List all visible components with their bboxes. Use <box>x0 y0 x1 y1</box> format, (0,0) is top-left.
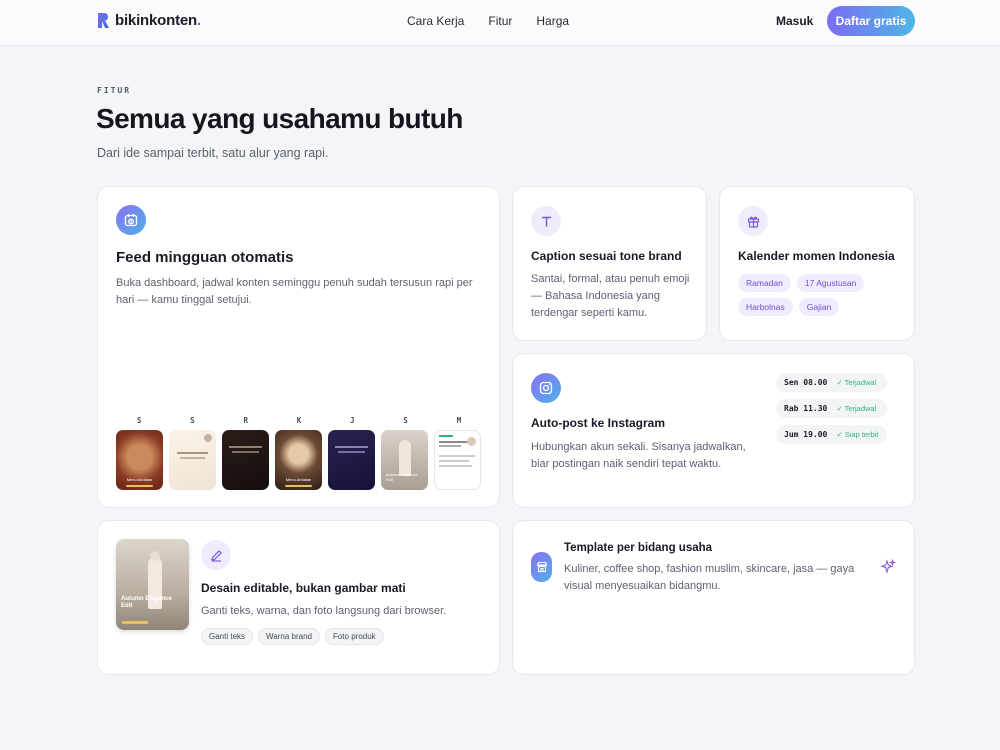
schedule-time: Jum 19.00 <box>784 430 828 439</box>
thumbnail-text-line <box>232 451 259 453</box>
section-eyebrow: FITUR <box>97 86 132 95</box>
post-thumbnail[interactable] <box>328 430 375 490</box>
feature-description: Buka dashboard, jadwal konten seminggu p… <box>116 277 473 306</box>
schedule-row: Jum 19.00 ✓ Siap terbit <box>776 425 887 444</box>
day-label: S <box>136 416 142 425</box>
thumbnail-caption: Menu Andalan <box>126 477 153 482</box>
section-title: Semua yang usahamu butuh <box>96 103 463 134</box>
instagram-icon <box>531 373 561 403</box>
day-label: M <box>456 416 462 425</box>
day-label: K <box>296 416 302 425</box>
chip-gajian: Gajian <box>798 298 840 316</box>
nav-link-fitur[interactable]: Fitur <box>488 14 512 28</box>
chip-harbolnas: Harbolnas <box>738 298 793 316</box>
editable-tags: Ganti teks Warna brand Foto produk <box>201 628 384 645</box>
signup-button[interactable]: Daftar gratis <box>827 6 915 36</box>
schedule-row: Sen 08.00 ✓ Terjadwal <box>776 373 887 392</box>
post-thumbnail[interactable]: Menu Andalan <box>275 430 322 490</box>
post-thumbnail[interactable] <box>169 430 216 490</box>
feature-title: Caption sesuai tone brand <box>531 249 682 263</box>
store-icon <box>531 552 552 582</box>
pencil-icon <box>201 540 231 570</box>
thumbnail-bar <box>126 485 153 487</box>
feature-title: Desain editable, bukan gambar mati <box>201 581 406 595</box>
nav-link-harga[interactable]: Harga <box>536 14 569 28</box>
feature-card-autopost: Auto-post ke Instagram Hubungkan akun se… <box>512 353 915 508</box>
schedule-status: ✓ Terjadwal <box>836 378 877 387</box>
feature-description: Ganti teks, warna, dan foto langsung dar… <box>201 605 447 617</box>
feature-title: Template per bidang usaha <box>564 542 713 554</box>
sparkle-icon <box>880 559 896 574</box>
chip-17-agustusan: 17 Agustusan <box>796 274 865 292</box>
thumbnail-text-line <box>439 441 467 443</box>
logo-text: bikinkonten. <box>115 12 201 29</box>
feature-title: Feed mingguan otomatis <box>116 249 294 266</box>
section-subtitle: Dari ide sampai terbit, satu alur yang r… <box>97 146 329 160</box>
feature-description: Hubungkan akun sekali. Sisanya jadwalkan… <box>531 441 746 470</box>
thumbnail-text-line <box>180 457 205 459</box>
post-thumbnail[interactable]: Autumn Elegance Edit <box>381 430 428 490</box>
day-label: J <box>350 416 355 425</box>
thumbnail-header-bar <box>439 435 453 437</box>
thumbnail-text-line <box>177 452 208 454</box>
schedule-status: ✓ Siap terbit <box>836 430 879 439</box>
text-icon <box>531 206 561 236</box>
nav-link-cara-kerja[interactable]: Cara Kerja <box>407 14 464 28</box>
schedule-status: ✓ Terjadwal <box>836 404 877 413</box>
design-preview-image: Autumn Elegance Edit <box>116 539 189 630</box>
calendar-clock-icon <box>116 205 146 235</box>
thumbnail-avatar <box>204 434 212 442</box>
feature-card-template: Template per bidang usaha Kuliner, coffe… <box>512 520 915 675</box>
post-thumbnail[interactable]: Menu Andalan <box>116 430 163 490</box>
thumbnail-text-line <box>439 465 472 467</box>
schedule-time: Sen 08.00 <box>784 378 828 387</box>
logo[interactable]: bikinkonten. <box>97 12 201 29</box>
preview-bar <box>122 621 148 624</box>
nav-links: Cara Kerja Fitur Harga <box>407 14 569 28</box>
thumbnail-bar <box>285 485 312 487</box>
tag-ganti-teks: Ganti teks <box>201 628 254 645</box>
preview-caption: Autumn Elegance Edit <box>121 596 172 609</box>
thumbnail-text-line <box>338 451 365 453</box>
feature-title: Auto-post ke Instagram <box>531 416 666 430</box>
thumbnail-avatar <box>467 437 476 446</box>
day-label: R <box>243 416 248 425</box>
post-thumbnail[interactable] <box>222 430 269 490</box>
login-link[interactable]: Masuk <box>776 14 813 28</box>
tag-warna-brand: Warna brand <box>258 628 320 645</box>
thumbnail-caption: Menu Andalan <box>285 477 312 482</box>
logo-mark-icon <box>98 13 109 28</box>
day-label: S <box>190 416 195 425</box>
thumbnail-figure <box>399 440 411 476</box>
feature-card-caption: Caption sesuai tone brand Santai, formal… <box>512 186 707 341</box>
thumbnail-caption: Autumn Elegance Edit <box>386 472 418 482</box>
schedule-row: Rab 11.30 ✓ Terjadwal <box>776 399 887 418</box>
feature-card-calendar: Kalender momen Indonesia Ramadan 17 Agus… <box>719 186 915 341</box>
day-label: S <box>403 416 408 425</box>
post-thumbnail[interactable] <box>434 430 481 490</box>
top-nav: bikinkonten. Cara Kerja Fitur Harga Masu… <box>0 0 1000 46</box>
gift-icon <box>738 206 768 236</box>
thumbnail-text-line <box>439 445 461 447</box>
schedule-list: Sen 08.00 ✓ Terjadwal Rab 11.30 ✓ Terjad… <box>776 373 887 444</box>
thumbnail-text-line <box>439 455 475 457</box>
thumbnail-text-line <box>439 460 469 462</box>
weekly-post-thumbnails: Menu Andalan Menu Andalan Autumn Eleganc… <box>116 430 481 490</box>
tag-foto-produk: Foto produk <box>324 628 384 645</box>
feature-description: Santai, formal, atau penuh emoji — Bahas… <box>531 273 690 319</box>
feature-card-editable: Autumn Elegance Edit Desain editable, bu… <box>97 520 500 675</box>
feature-card-weekly-feed: Feed mingguan otomatis Buka dashboard, j… <box>97 186 500 508</box>
feature-description: Kuliner, coffee shop, fashion muslim, sk… <box>564 563 855 592</box>
weekday-labels: S S R K J S M <box>116 416 482 425</box>
feature-title: Kalender momen Indonesia <box>738 249 895 263</box>
holiday-chips: Ramadan 17 Agustusan Harbolnas Gajian <box>738 274 908 316</box>
preview-figure-head <box>150 551 160 561</box>
thumbnail-text-line <box>229 446 262 448</box>
schedule-time: Rab 11.30 <box>784 404 828 413</box>
chip-ramadan: Ramadan <box>738 274 791 292</box>
thumbnail-text-line <box>335 446 368 448</box>
